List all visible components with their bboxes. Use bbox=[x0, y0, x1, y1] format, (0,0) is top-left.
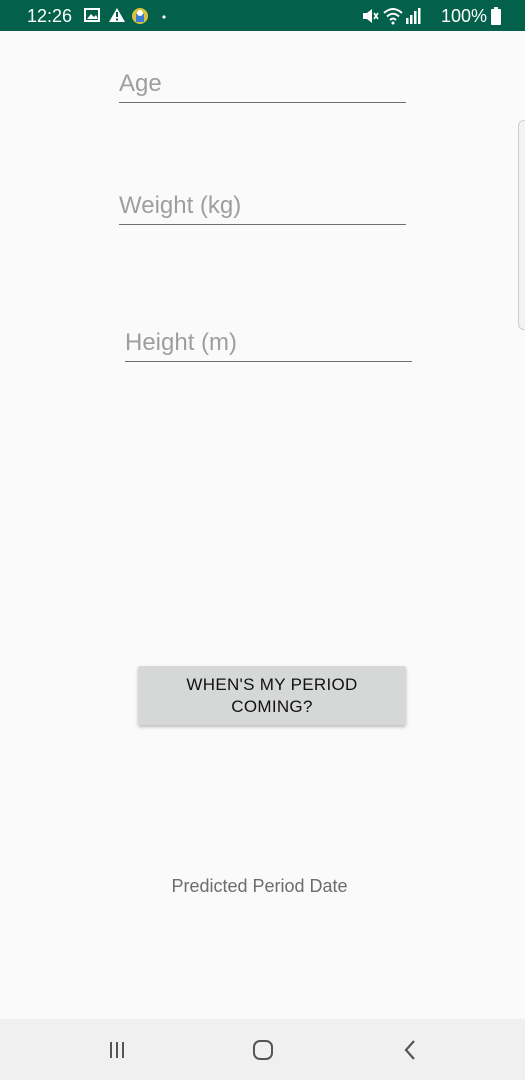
predicted-date-container: Predicted Period Date bbox=[0, 876, 525, 897]
age-field bbox=[119, 58, 406, 103]
age-input[interactable] bbox=[119, 70, 406, 98]
height-input[interactable] bbox=[125, 329, 412, 357]
warning-icon bbox=[108, 7, 126, 28]
predict-period-button[interactable]: WHEN'S MY PERIOD COMING? bbox=[138, 666, 406, 725]
mute-icon bbox=[361, 7, 379, 30]
navigation-bar bbox=[0, 1019, 525, 1080]
weight-field bbox=[119, 180, 406, 225]
battery-icon bbox=[491, 7, 501, 30]
system-icons: 100% bbox=[361, 6, 501, 26]
status-time: 12:26 bbox=[27, 6, 73, 26]
signal-icon bbox=[405, 7, 421, 30]
weight-input[interactable] bbox=[119, 192, 406, 220]
wifi-icon bbox=[383, 7, 403, 30]
battery-percentage: 100% bbox=[440, 6, 487, 26]
back-button[interactable] bbox=[370, 1019, 450, 1080]
dot-icon bbox=[161, 7, 167, 30]
recent-apps-button[interactable] bbox=[77, 1019, 157, 1080]
app-notification-icon bbox=[131, 7, 149, 30]
status-bar: 12:26 100% bbox=[0, 0, 525, 31]
image-icon bbox=[84, 7, 100, 28]
predicted-period-date-text: Predicted Period Date bbox=[171, 876, 348, 896]
edge-panel-handle[interactable] bbox=[518, 120, 525, 330]
height-field bbox=[125, 317, 412, 362]
home-button[interactable] bbox=[223, 1019, 303, 1080]
